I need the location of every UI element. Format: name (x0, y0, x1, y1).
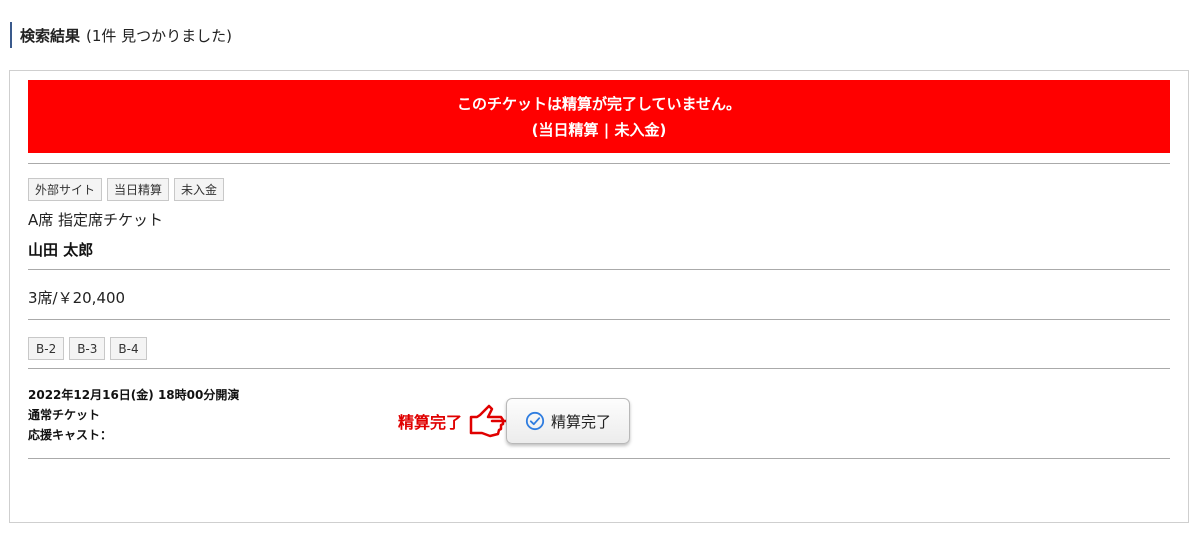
alert-status: (当日精算 | 未入金) (531, 121, 667, 139)
result-count: (1件 見つかりました) (86, 26, 233, 45)
divider (28, 269, 1170, 270)
check-circle-icon (525, 411, 545, 431)
divider (28, 319, 1170, 320)
divider (28, 368, 1170, 369)
seat-badge: B-3 (69, 337, 106, 360)
divider (28, 458, 1170, 459)
settlement-complete-label: 精算完了 (551, 412, 612, 431)
tag-same-day-payment: 当日精算 (107, 178, 170, 201)
alert-message: このチケットは精算が完了していません。 (456, 95, 742, 113)
settlement-complete-button[interactable]: 精算完了 (506, 398, 631, 444)
unsettled-alert: このチケットは精算が完了していません。 (当日精算 | 未入金) (28, 80, 1170, 153)
holder-name: 山田 太郎 (28, 241, 94, 259)
performance-datetime: 2022年12月16日(金) 18時00分開演 (28, 388, 240, 402)
seat-price-summary: 3席/￥20,400 (28, 289, 126, 307)
result-header: 検索結果 (1件 見つかりました) (10, 22, 232, 48)
seat-list: B-2 B-3 B-4 (28, 337, 147, 360)
divider (28, 163, 1170, 164)
tag-external-site: 外部サイト (28, 178, 103, 201)
support-cast: 応援キャスト： (28, 428, 113, 442)
pointing-hand-icon (469, 404, 508, 438)
performance-info: 2022年12月16日(金) 18時00分開演 通常チケット 応援キャスト： (28, 385, 239, 445)
ticket-name: A席 指定席チケット (28, 211, 164, 229)
ticket-type: 通常チケット (28, 408, 101, 422)
seat-badge: B-4 (110, 337, 147, 360)
settlement-hint-label: 精算完了 (398, 413, 463, 432)
tag-unpaid: 未入金 (174, 178, 225, 201)
result-title: 検索結果 (20, 26, 81, 45)
ticket-card: このチケットは精算が完了していません。 (当日精算 | 未入金) 外部サイト 当… (9, 70, 1189, 523)
settlement-action: 精算完了 精算完了 (398, 396, 631, 446)
seat-badge: B-2 (28, 337, 65, 360)
ticket-tags: 外部サイト 当日精算 未入金 (28, 178, 225, 201)
